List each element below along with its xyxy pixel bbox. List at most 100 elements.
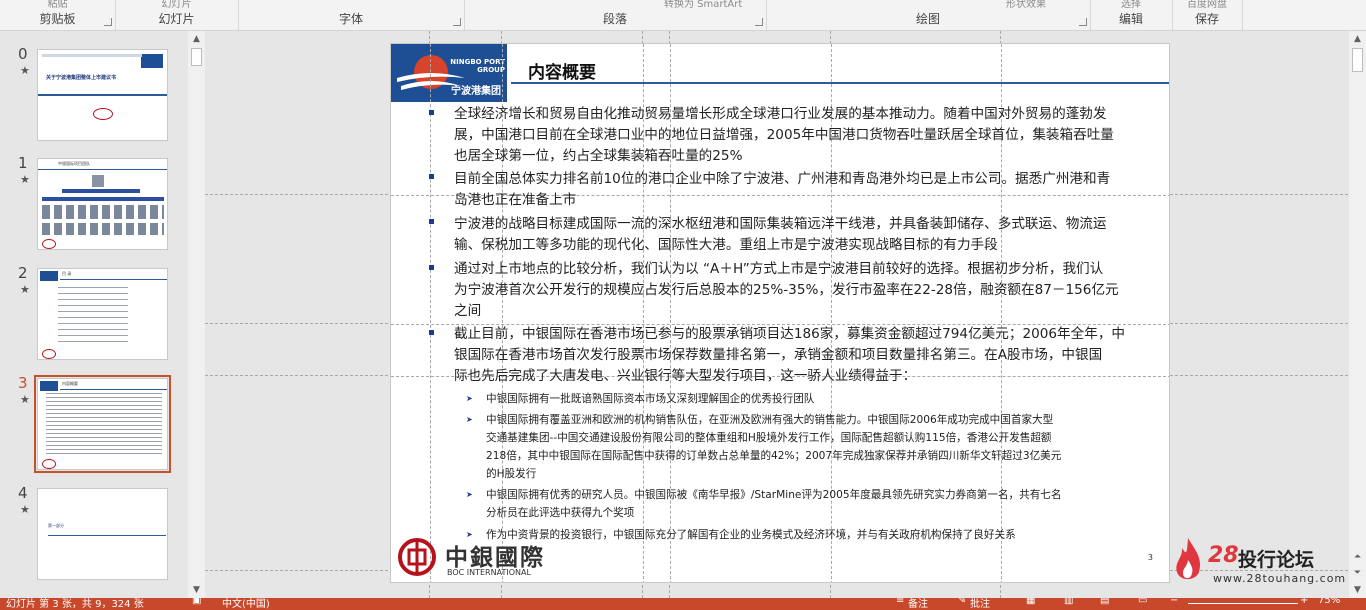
sub-bullet-3[interactable]: 中银国际拥有优秀的研究人员。中银国际被《南华早报》/StarMine评为2005… — [486, 486, 1061, 522]
thumbnail-title: 中银国际项目团队 — [58, 161, 90, 166]
spellcheck-icon[interactable]: ▣ — [192, 598, 201, 606]
comments-button[interactable]: 批注 — [970, 598, 990, 610]
watermark-text: 投行论坛 — [1238, 549, 1315, 571]
comments-icon: ✎ — [958, 598, 967, 606]
bullet-marker — [429, 330, 434, 335]
scrollbar-thumb[interactable] — [191, 48, 202, 66]
scroll-down-icon[interactable]: ▼ — [1349, 582, 1366, 598]
thumbnail-number: 4 — [18, 484, 28, 502]
bullet-5[interactable]: 截止目前，中银国际在香港市场已参与的股票承销项目达186家，募集资金额超过794… — [454, 324, 1125, 387]
ribbon-group-label: 编辑 — [1118, 12, 1143, 26]
sub-bullet-1[interactable]: 中银国际拥有一批既谙熟国际资本市场又深刻理解国企的优秀投行团队 — [486, 390, 814, 408]
reading-view-icon[interactable]: ▤ — [1100, 598, 1109, 606]
scrollbar-thumb[interactable] — [1352, 48, 1363, 72]
sub-bullet-2[interactable]: 中银国际拥有覆盖亚洲和欧洲的机构销售队伍，在亚洲及欧洲有强大的销售能力。中银国际… — [486, 411, 1061, 483]
bullet-marker — [429, 110, 434, 115]
thumbnail-title: 目 录 — [62, 271, 72, 276]
thumbnail-number: 3 — [18, 374, 28, 392]
dialog-launcher-icon[interactable] — [755, 18, 763, 26]
select-button[interactable]: 选择 — [1090, 0, 1172, 10]
boc-logo-icon — [397, 537, 437, 577]
bullet-marker — [429, 219, 434, 224]
bullet-2[interactable]: 目前全国总体实力排名前10位的港口企业中除了宁波港、广州港和青岛港外均已是上市公… — [454, 169, 1110, 211]
thumbnail-title: 关于宁波港集团整体上市建议书 — [46, 75, 117, 81]
title-underline — [511, 82, 1169, 84]
scroll-up-icon[interactable]: ▲ — [1349, 31, 1366, 47]
ribbon: 粘贴 剪贴板 幻灯片 幻灯片 字体 转换为 SmartArt 段落 形状效果 绘… — [0, 0, 1366, 31]
watermark-number: 28 — [1208, 543, 1239, 568]
zoom-out-icon[interactable]: − — [1170, 598, 1178, 606]
notes-icon: ≡ — [896, 598, 905, 606]
ningbo-port-logo: NINGBO PORT GROUP 宁波港集团 — [391, 44, 507, 102]
slide-thumbnail-0[interactable]: 关于宁波港集团整体上市建议书 — [37, 49, 168, 141]
animation-star-icon: ★ — [20, 64, 30, 77]
zoom-in-icon[interactable]: + — [1300, 598, 1308, 606]
notes-button[interactable]: 备注 — [908, 598, 928, 610]
ribbon-group-label: 剪贴板 — [39, 12, 76, 26]
ribbon-group-label: 绘图 — [915, 12, 940, 26]
animation-star-icon: ★ — [20, 393, 30, 406]
thumbnail-number: 2 — [18, 264, 28, 282]
dialog-launcher-icon[interactable] — [1079, 18, 1087, 26]
ribbon-paste-button[interactable]: 粘贴 — [0, 0, 115, 10]
slide-thumbnail-4[interactable]: 第一部分 — [37, 488, 168, 580]
sub-bullet-4[interactable]: 作为中资背景的投资银行，中银国际充分了解国有企业的业务模式及经济环境，并与有关政… — [486, 526, 1016, 544]
thumbnail-number: 0 — [18, 45, 28, 63]
dialog-launcher-icon[interactable] — [104, 18, 112, 26]
bullet-4[interactable]: 通过对上市地点的比较分析，我们认为以 “A＋H”方式上市是宁波港目前较好的选择。… — [454, 259, 1119, 322]
ribbon-group-clipboard[interactable]: 粘贴 剪贴板 — [0, 0, 116, 30]
slide-thumbnail-3[interactable]: 内容概要 — [34, 375, 171, 473]
slide-sorter-icon[interactable]: ▥ — [1064, 598, 1073, 606]
slide-editor[interactable]: NINGBO PORT GROUP 宁波港集团 内容概要 全球经济增长和贸易自由… — [205, 31, 1348, 598]
bullet-3[interactable]: 宁波港的战略目标建成国际一流的深水枢纽港和国际集装箱远洋干线港，并具备装卸储存、… — [454, 214, 1107, 256]
zoom-slider[interactable] — [1188, 603, 1298, 604]
ribbon-group-drawing[interactable]: 形状效果 绘图 — [766, 0, 1091, 30]
editor-scrollbar[interactable]: ▲ ⏶ ⏷ ▼ — [1349, 31, 1366, 598]
boc-logo-icon — [93, 108, 113, 120]
thumbnail-title: 第一部分 — [48, 523, 64, 528]
prev-slide-icon[interactable]: ⏶ — [1349, 550, 1366, 564]
baidu-netdisk-button[interactable]: 百度网盘 — [1172, 0, 1242, 10]
slide-page-number: 3 — [1147, 553, 1153, 562]
convert-smartart-button[interactable]: 转换为 SmartArt — [664, 0, 766, 10]
language-status[interactable]: 中文(中国) — [222, 598, 270, 610]
status-bar: 幻灯片 第 3 张，共 9，324 张 ▣ 中文(中国) ≡ 备注 ✎ 批注 ▦… — [0, 598, 1366, 610]
arrow-bullet-icon: ➤ — [466, 490, 473, 499]
dialog-launcher-icon[interactable] — [453, 18, 461, 26]
slide-thumbnail-pane[interactable]: 0 ★ 关于宁波港集团整体上市建议书 1 ★ 中银国际项目团队 2 ★ 目 录 … — [0, 31, 188, 598]
thumbnail-number: 1 — [18, 154, 28, 172]
bullet-marker — [429, 174, 434, 179]
slide-thumbnail-1[interactable]: 中银国际项目团队 — [37, 158, 168, 250]
bullet-1[interactable]: 全球经济增长和贸易自由化推动贸易量增长形成全球港口行业发展的基本推动力。随着中国… — [454, 104, 1114, 167]
ribbon-new-slide-button[interactable]: 幻灯片 — [115, 0, 238, 10]
boc-logo-icon — [42, 349, 56, 359]
shape-effects-button[interactable]: 形状效果 — [1006, 0, 1090, 10]
thumbnail-title: 内容概要 — [62, 381, 78, 386]
ribbon-group-label: 段落 — [602, 12, 627, 26]
ribbon-group-paragraph[interactable]: 转换为 SmartArt 段落 — [464, 0, 767, 30]
scroll-up-icon[interactable]: ▲ — [188, 31, 205, 47]
boc-chinese-name: 中銀國際 — [445, 544, 545, 571]
flame-logo-icon — [1173, 536, 1203, 584]
watermark-url: www.28touhang.com — [1213, 572, 1347, 585]
next-slide-icon[interactable]: ⏷ — [1349, 566, 1366, 580]
ribbon-group-slides[interactable]: 幻灯片 幻灯片 — [115, 0, 239, 30]
normal-view-icon[interactable]: ▦ — [1026, 598, 1035, 606]
zoom-level[interactable]: 75% — [1318, 598, 1340, 606]
scroll-down-icon[interactable]: ▼ — [188, 582, 205, 598]
thumbnail-scrollbar[interactable]: ▲ ▼ — [188, 31, 205, 598]
slide-title[interactable]: 内容概要 — [528, 58, 596, 83]
slideshow-icon[interactable]: ▭ — [1138, 598, 1147, 606]
logo-chinese-text: 宁波港集团 — [451, 86, 501, 97]
ribbon-group-save[interactable]: 百度网盘 保存 — [1172, 0, 1243, 30]
arrow-bullet-icon: ➤ — [466, 394, 473, 403]
animation-star-icon: ★ — [20, 283, 30, 296]
ribbon-group-label: 幻灯片 — [158, 12, 195, 26]
boc-logo-icon — [42, 239, 56, 249]
ribbon-group-font[interactable]: 字体 — [238, 0, 465, 30]
ribbon-group-editing[interactable]: 选择 编辑 — [1090, 0, 1173, 30]
slide-thumbnail-2[interactable]: 目 录 — [37, 268, 168, 360]
logo-english-text: NINGBO PORT GROUP — [450, 58, 505, 74]
slide-canvas[interactable]: NINGBO PORT GROUP 宁波港集团 内容概要 全球经济增长和贸易自由… — [390, 43, 1170, 583]
slide-count-status[interactable]: 幻灯片 第 3 张，共 9，324 张 — [6, 598, 144, 610]
